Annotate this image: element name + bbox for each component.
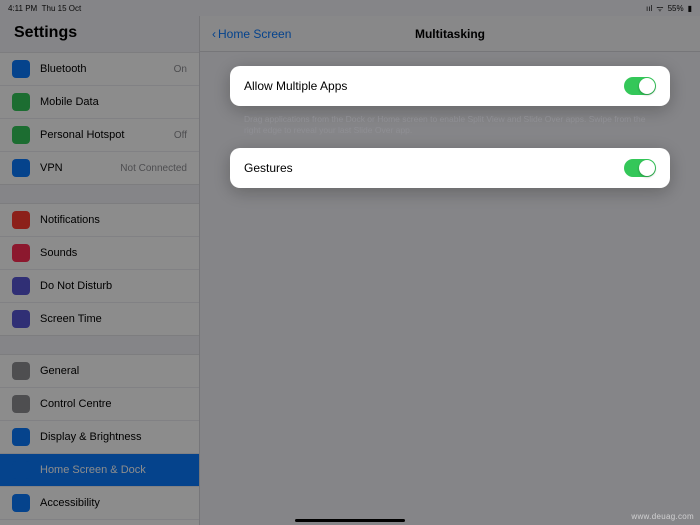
status-time: 4:11 PM: [8, 4, 37, 13]
accessibility-icon: [12, 494, 30, 512]
vpn-icon: [12, 159, 30, 177]
sidebar-group-general: General Control Centre Display & Brightnes…: [0, 354, 199, 525]
gestures-label: Gestures: [244, 161, 624, 175]
settings-sidebar: Settings BluetoothOn Mobile Data Personal …: [0, 16, 200, 525]
battery-percent: 55%: [668, 4, 684, 13]
sidebar-item-label: Sounds: [40, 247, 187, 259]
sidebar-item-sounds[interactable]: Sounds: [0, 237, 199, 270]
bell-icon: [12, 211, 30, 229]
nav-bar: ‹ Home Screen Multitasking: [200, 16, 700, 52]
sidebar-item-label: Mobile Data: [40, 96, 187, 108]
link-icon: [12, 126, 30, 144]
sidebar-item-label: Personal Hotspot: [40, 129, 174, 141]
allow-multiple-apps-toggle[interactable]: [624, 77, 656, 95]
sidebar-item-home-screen-dock[interactable]: Home Screen & Dock: [0, 454, 199, 487]
sidebar-item-label: Notifications: [40, 214, 187, 226]
sidebar-item-label: VPN: [40, 162, 120, 174]
allow-multiple-apps-row[interactable]: Allow Multiple Apps: [230, 66, 670, 106]
sidebar-item-personal-hotspot[interactable]: Personal HotspotOff: [0, 119, 199, 152]
sidebar-group-notifications: Notifications Sounds Do Not Disturb Screen …: [0, 203, 199, 336]
sidebar-item-display-brightness[interactable]: Display & Brightness: [0, 421, 199, 454]
sidebar-item-do-not-disturb[interactable]: Do Not Disturb: [0, 270, 199, 303]
gestures-toggle[interactable]: [624, 159, 656, 177]
sidebar-item-vpn[interactable]: VPNNot Connected: [0, 152, 199, 184]
switches-icon: [12, 395, 30, 413]
sidebar-title: Settings: [0, 16, 199, 52]
sidebar-item-label: Home Screen & Dock: [40, 464, 187, 476]
gear-icon: [12, 362, 30, 380]
sidebar-item-label: Display & Brightness: [40, 431, 187, 443]
status-date: Thu 15 Oct: [42, 4, 82, 13]
watermark: www.deuag.com: [631, 512, 694, 521]
sidebar-item-label: Do Not Disturb: [40, 280, 187, 292]
sidebar-item-general[interactable]: General: [0, 355, 199, 388]
back-button[interactable]: ‹ Home Screen: [212, 27, 291, 41]
sidebar-item-value: Not Connected: [120, 163, 187, 174]
home-indicator[interactable]: [295, 519, 405, 522]
hourglass-icon: [12, 310, 30, 328]
main-pane: ‹ Home Screen Multitasking Allow Multipl…: [200, 16, 700, 525]
sidebar-item-notifications[interactable]: Notifications: [0, 204, 199, 237]
sidebar-item-value: Off: [174, 130, 187, 141]
sidebar-item-label: Control Centre: [40, 398, 187, 410]
sidebar-item-value: On: [174, 64, 187, 75]
allow-multiple-apps-helper: Drag applications from the Dock or Home …: [230, 112, 670, 148]
sidebar-item-mobile-data[interactable]: Mobile Data: [0, 86, 199, 119]
sidebar-item-accessibility[interactable]: Accessibility: [0, 487, 199, 520]
antenna-icon: [12, 93, 30, 111]
back-label: Home Screen: [218, 27, 291, 41]
sidebar-item-wallpaper[interactable]: Wallpaper: [0, 520, 199, 525]
status-bar: 4:11 PM Thu 15 Oct ııl ᯤ 55% ▮: [0, 0, 700, 16]
signal-icon: ııl: [646, 4, 652, 13]
sidebar-item-label: Accessibility: [40, 497, 187, 509]
sidebar-item-label: Bluetooth: [40, 63, 174, 75]
battery-icon: ▮: [688, 4, 692, 13]
sidebar-item-control-centre[interactable]: Control Centre: [0, 388, 199, 421]
bluetooth-icon: [12, 60, 30, 78]
moon-icon: [12, 277, 30, 295]
speaker-icon: [12, 244, 30, 262]
text-size-icon: [12, 428, 30, 446]
sidebar-item-label: General: [40, 365, 187, 377]
wifi-icon: ᯤ: [656, 3, 663, 14]
grid-icon: [12, 461, 30, 479]
gestures-row[interactable]: Gestures: [230, 148, 670, 188]
sidebar-item-label: Screen Time: [40, 313, 187, 325]
allow-multiple-apps-label: Allow Multiple Apps: [244, 79, 624, 93]
sidebar-group-connectivity: BluetoothOn Mobile Data Personal HotspotOf…: [0, 52, 199, 185]
sidebar-item-bluetooth[interactable]: BluetoothOn: [0, 53, 199, 86]
sidebar-item-screen-time[interactable]: Screen Time: [0, 303, 199, 335]
chevron-left-icon: ‹: [212, 27, 216, 41]
